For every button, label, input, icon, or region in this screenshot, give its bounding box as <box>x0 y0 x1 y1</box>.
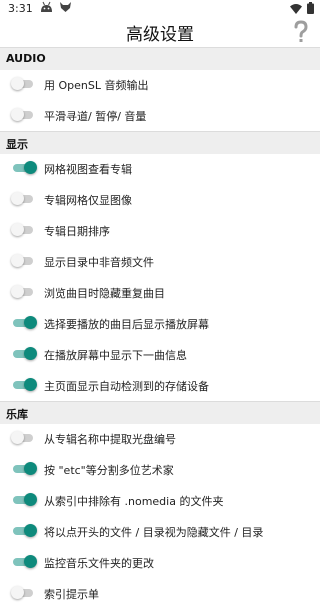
toggle-knob <box>24 161 37 174</box>
setting-label: 主页面显示自动检测到的存储设备 <box>44 380 209 393</box>
setting-row[interactable]: 显示目录中非音频文件 <box>0 246 320 276</box>
setting-row[interactable]: 网格视图查看专辑 <box>0 153 320 183</box>
setting-row[interactable]: 浏览曲目时隐藏重复曲目 <box>0 277 320 307</box>
toggle-switch[interactable] <box>11 108 35 121</box>
toggle-knob <box>11 254 24 267</box>
setting-label: 专辑网格仅显图像 <box>44 194 132 207</box>
toggle-switch[interactable] <box>11 524 37 537</box>
toggle-knob <box>24 555 37 568</box>
setting-row[interactable]: 平滑寻道/ 暂停/ 音量 <box>0 100 320 130</box>
setting-row[interactable]: 专辑日期排序 <box>0 215 320 245</box>
toggle-switch[interactable] <box>11 555 37 568</box>
toggle-switch[interactable] <box>11 347 37 360</box>
setting-row[interactable]: 按 "etc"等分割多位艺术家 <box>0 454 320 484</box>
setting-row[interactable]: 监控音乐文件夹的更改 <box>0 547 320 577</box>
setting-row[interactable]: 用 OpenSL 音频输出 <box>0 69 320 99</box>
setting-row[interactable]: 从索引中排除有 .nomedia 的文件夹 <box>0 485 320 515</box>
toggle-knob <box>11 431 24 444</box>
toggle-knob <box>11 285 24 298</box>
setting-label: 选择要播放的曲目后显示播放屏幕 <box>44 318 209 331</box>
wifi-icon <box>290 3 302 14</box>
setting-label: 网格视图查看专辑 <box>44 163 132 176</box>
toggle-knob <box>24 462 37 475</box>
toggle-knob <box>24 316 37 329</box>
toggle-switch[interactable] <box>11 378 37 391</box>
toggle-switch[interactable] <box>11 285 35 298</box>
toggle-knob <box>24 378 37 391</box>
toggle-knob <box>11 108 24 121</box>
setting-row[interactable]: 在播放屏幕中显示下一曲信息 <box>0 339 320 369</box>
setting-label: 从索引中排除有 .nomedia 的文件夹 <box>44 495 224 508</box>
section-header-label: AUDIO <box>6 52 46 65</box>
setting-label: 显示目录中非音频文件 <box>44 256 154 269</box>
toggle-switch[interactable] <box>11 462 37 475</box>
toggle-knob <box>11 77 24 90</box>
section-header-label: 乐库 <box>6 408 28 421</box>
toggle-switch[interactable] <box>11 254 35 267</box>
toggle-switch[interactable] <box>11 192 35 205</box>
setting-label: 浏览曲目时隐藏重复曲目 <box>44 287 165 300</box>
setting-label: 用 OpenSL 音频输出 <box>44 79 149 92</box>
battery-icon <box>307 2 314 14</box>
setting-label: 将以点开头的文件 / 目录视为隐藏文件 / 目录 <box>44 526 264 539</box>
section-header: 乐库 <box>0 401 320 424</box>
toggle-knob <box>11 223 24 236</box>
toggle-knob <box>11 192 24 205</box>
setting-label: 监控音乐文件夹的更改 <box>44 557 154 570</box>
setting-label: 专辑日期排序 <box>44 225 110 238</box>
toggle-knob <box>24 493 37 506</box>
toggle-switch[interactable] <box>11 493 37 506</box>
android-icon <box>41 1 52 12</box>
setting-row[interactable]: 专辑网格仅显图像 <box>0 184 320 214</box>
toggle-switch[interactable] <box>11 223 35 236</box>
status-time: 3:31 <box>8 2 33 15</box>
toggle-knob <box>24 347 37 360</box>
status-bar: 3:31 <box>0 0 320 18</box>
toggle-switch[interactable] <box>11 431 35 444</box>
setting-label: 在播放屏幕中显示下一曲信息 <box>44 349 187 362</box>
toggle-knob <box>11 586 24 599</box>
toggle-switch[interactable] <box>11 316 37 329</box>
toggle-switch[interactable] <box>11 586 35 599</box>
setting-row[interactable]: 将以点开头的文件 / 目录视为隐藏文件 / 目录 <box>0 516 320 546</box>
fox-icon <box>60 2 71 12</box>
setting-row[interactable]: 从专辑名称中提取光盘编号 <box>0 423 320 453</box>
setting-label: 索引提示单 <box>44 588 99 601</box>
setting-row[interactable]: 主页面显示自动检测到的存储设备 <box>0 370 320 400</box>
toggle-switch[interactable] <box>11 161 37 174</box>
setting-label: 按 "etc"等分割多位艺术家 <box>44 464 174 477</box>
setting-row[interactable]: 索引提示单 <box>0 578 320 608</box>
app-bar: 高级设置 <box>0 18 320 46</box>
question-mark-icon[interactable] <box>290 19 312 45</box>
page-title: 高级设置 <box>126 25 194 45</box>
setting-label: 平滑寻道/ 暂停/ 音量 <box>44 110 147 123</box>
setting-label: 从专辑名称中提取光盘编号 <box>44 433 176 446</box>
section-header: AUDIO <box>0 47 320 70</box>
toggle-knob <box>24 524 37 537</box>
section-header: 显示 <box>0 131 320 154</box>
section-header-label: 显示 <box>6 138 28 151</box>
toggle-switch[interactable] <box>11 77 35 90</box>
setting-row[interactable]: 选择要播放的曲目后显示播放屏幕 <box>0 308 320 338</box>
